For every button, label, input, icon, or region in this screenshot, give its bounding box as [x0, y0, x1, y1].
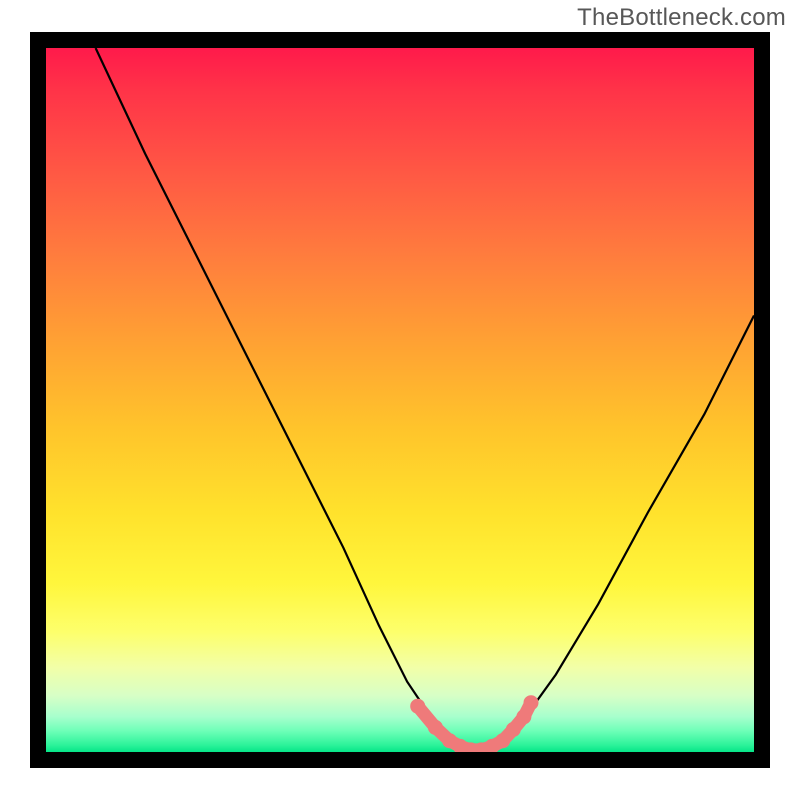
highlight-segment [418, 703, 531, 750]
highlight-markers-group [411, 696, 538, 752]
plot-area [46, 48, 754, 752]
curve-path [96, 48, 754, 752]
plot-border [30, 32, 770, 768]
chart-frame: TheBottleneck.com [0, 0, 800, 800]
bottleneck-curve [46, 48, 754, 752]
watermark-text: TheBottleneck.com [577, 4, 786, 32]
